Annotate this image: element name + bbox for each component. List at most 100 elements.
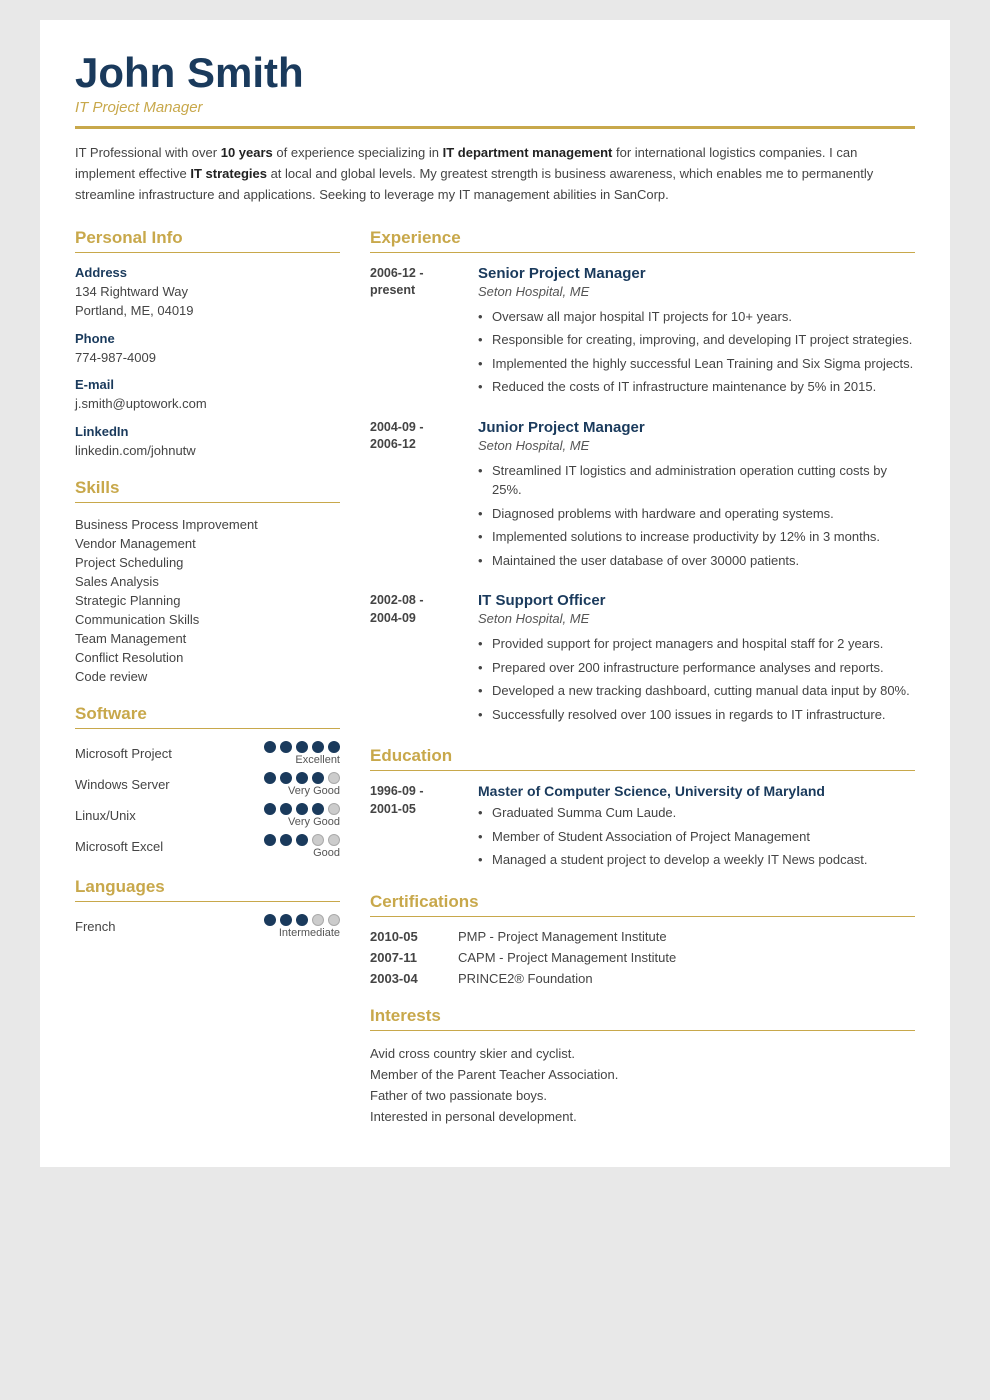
dot-filled [328,741,340,753]
education-section: Education 1996-09 -2001-05 Master of Comp… [370,746,915,872]
dot-filled [280,772,292,784]
software-name: Linux/Unix [75,808,136,823]
summary-section: IT Professional with over 10 years of ex… [75,143,915,205]
personal-info-title: Personal Info [75,228,340,253]
phone-value: 774-987-4009 [75,348,340,368]
edu-date: 1996-09 -2001-05 [370,783,460,872]
exp-title: Junior Project Manager [478,419,915,436]
exp-bullet: Responsible for creating, improving, and… [478,328,915,352]
software-item: Microsoft ProjectExcellent [75,741,340,766]
dot-filled [264,834,276,846]
dot-filled [312,741,324,753]
address-line1: 134 Rightward Way [75,282,340,302]
dot-filled [280,834,292,846]
header-section: John Smith IT Project Manager [75,50,915,129]
summary-text: IT Professional with over 10 years of ex… [75,145,873,202]
software-item: Microsoft Excel Good [75,834,340,859]
exp-bullets: Oversaw all major hospital IT projects f… [478,305,915,399]
exp-title: Senior Project Manager [478,265,915,282]
software-item: Linux/Unix Very Good [75,803,340,828]
candidate-name: John Smith [75,50,915,96]
right-column: Experience 2006-12 -present Senior Projec… [370,228,915,1127]
skills-section: Skills Business Process ImprovementVendo… [75,478,340,686]
edu-row: 1996-09 -2001-05 Master of Computer Scien… [370,783,915,872]
dot-empty [328,803,340,815]
dot-empty [312,914,324,926]
certifications-section: Certifications 2010-05PMP - Project Mana… [370,892,915,986]
languages-list: French Intermediate [75,914,340,939]
dot-filled [296,803,308,815]
software-section: Software Microsoft ProjectExcellentWindo… [75,704,340,859]
dot-filled [296,914,308,926]
cert-date: 2007-11 [370,950,440,965]
software-label: Excellent [264,754,340,766]
interest-item: Father of two passionate boys. [370,1085,915,1106]
certification-item: 2003-04PRINCE2® Foundation [370,971,915,986]
linkedin-label: LinkedIn [75,424,340,439]
edu-bullet: Managed a student project to develop a w… [478,848,915,872]
languages-title: Languages [75,877,340,902]
certification-item: 2007-11 CAPM - Project Management Institu… [370,950,915,965]
interest-item: Avid cross country skier and cyclist. [370,1043,915,1064]
certifications-list: 2010-05PMP - Project Management Institut… [370,929,915,986]
software-rating: Good [264,834,340,859]
exp-company: Seton Hospital, ME [478,611,915,626]
dot-filled [296,834,308,846]
exp-bullet: Developed a new tracking dashboard, cutt… [478,679,915,703]
exp-date: 2002-08 -2004-09 [370,592,460,726]
software-item: Windows Server Very Good [75,772,340,797]
software-name: Windows Server [75,777,170,792]
experience-entry: 2002-08 -2004-09 IT Support Officer Seton … [370,592,915,726]
skill-item: Vendor Management [75,534,340,553]
exp-bullets: Provided support for project managers an… [478,632,915,726]
exp-row: 2002-08 -2004-09 IT Support Officer Seton … [370,592,915,726]
exp-bullet: Oversaw all major hospital IT projects f… [478,305,915,329]
interests-title: Interests [370,1006,915,1031]
language-rating: Intermediate [264,914,340,939]
address-label: Address [75,265,340,280]
exp-bullet: Implemented solutions to increase produc… [478,525,915,549]
cert-date: 2003-04 [370,971,440,986]
exp-bullet: Maintained the user database of over 300… [478,549,915,573]
edu-bullet: Member of Student Association of Project… [478,825,915,849]
software-label: Very Good [264,785,340,797]
exp-bullet: Provided support for project managers an… [478,632,915,656]
skill-item: Sales Analysis [75,572,340,591]
cert-name: CAPM - Project Management Institute [458,950,676,965]
education-title: Education [370,746,915,771]
exp-company: Seton Hospital, ME [478,284,915,299]
skill-item: Business Process Improvement [75,515,340,534]
exp-bullet: Prepared over 200 infrastructure perform… [478,656,915,680]
resume-container: John Smith IT Project Manager IT Profess… [40,20,950,1167]
software-label: Very Good [264,816,340,828]
software-label: Good [264,847,340,859]
personal-info-section: Personal Info Address 134 Rightward Way … [75,228,340,461]
exp-bullet: Reduced the costs of IT infrastructure m… [478,375,915,399]
exp-bullet: Streamlined IT logistics and administrat… [478,459,915,502]
software-name: Microsoft Excel [75,839,163,854]
certification-item: 2010-05PMP - Project Management Institut… [370,929,915,944]
edu-title: Master of Computer Science, University o… [478,783,915,799]
experience-title: Experience [370,228,915,253]
languages-section: Languages French Intermediate [75,877,340,939]
linkedin-value: linkedin.com/johnutw [75,441,340,461]
language-name: French [75,919,115,934]
exp-bullet: Diagnosed problems with hardware and ope… [478,502,915,526]
certifications-title: Certifications [370,892,915,917]
interests-list: Avid cross country skier and cyclist.Mem… [370,1043,915,1127]
exp-bullet: Successfully resolved over 100 issues in… [478,703,915,727]
skills-list: Business Process ImprovementVendor Manag… [75,515,340,686]
dot-empty [328,772,340,784]
skill-item: Strategic Planning [75,591,340,610]
edu-bullet: Graduated Summa Cum Laude. [478,801,915,825]
education-list: 1996-09 -2001-05 Master of Computer Scien… [370,783,915,872]
email-label: E-mail [75,377,340,392]
phone-label: Phone [75,331,340,346]
email-value: j.smith@uptowork.com [75,394,340,414]
software-rating: Very Good [264,803,340,828]
experience-section: Experience 2006-12 -present Senior Projec… [370,228,915,727]
cert-date: 2010-05 [370,929,440,944]
exp-date: 2006-12 -present [370,265,460,399]
exp-title: IT Support Officer [478,592,915,609]
exp-row: 2006-12 -present Senior Project Manager Se… [370,265,915,399]
